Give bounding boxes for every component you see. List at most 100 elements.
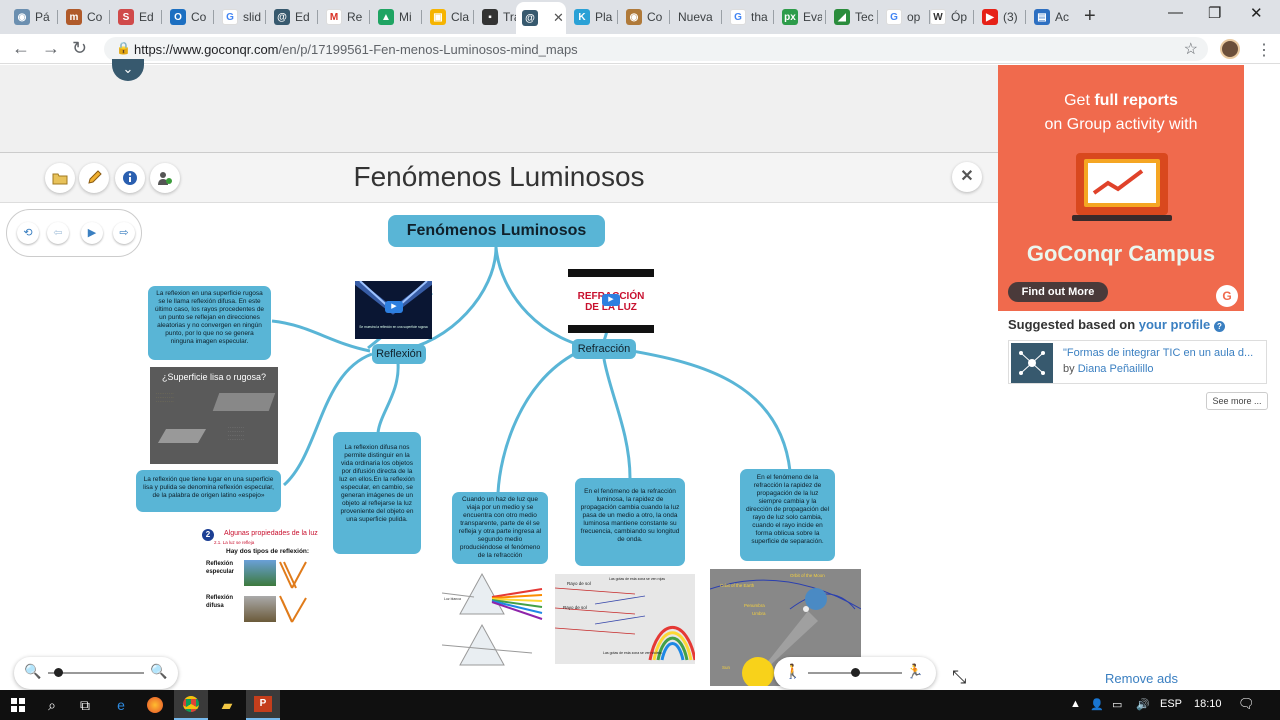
goconqr-icon: @	[522, 10, 538, 26]
browser-tab[interactable]: ▪Tra	[476, 4, 516, 30]
clock[interactable]: 18:10	[1194, 698, 1222, 710]
browser-tab[interactable]: K Pla	[568, 4, 614, 30]
chevron-down-icon[interactable]: ⌄	[112, 59, 144, 81]
reload-icon[interactable]: ↻	[72, 38, 87, 59]
superficie-image[interactable]: ¿Superficie lisa o rugosa? · · · · · · ·…	[150, 367, 278, 464]
network-icon[interactable]: ▭	[1112, 698, 1122, 711]
search-icon[interactable]: ⌕	[36, 690, 68, 720]
zoom-out-icon[interactable]: 🔍	[24, 663, 41, 680]
bubble-rapidez[interactable]: En el fenómeno de la refracción luminosa…	[575, 478, 685, 566]
browser-tab[interactable]: M Re	[320, 4, 366, 30]
browser-tab[interactable]: Gtha	[724, 4, 770, 30]
bubble-difusa-permite[interactable]: La reflexion difusa nos permite distingu…	[333, 432, 421, 554]
prism-dispersion-image	[442, 572, 543, 666]
reflexion-video-thumbnail[interactable]: ▶ Se muestra la reflexión en una superfi…	[355, 281, 432, 339]
remove-ads-link[interactable]: Remove ads	[1105, 671, 1178, 686]
suggested-author: by Diana Peñailillo	[1063, 363, 1154, 375]
browser-tab[interactable]: O Co	[164, 4, 210, 30]
ad-text: Get full reports on Group activity with	[1044, 92, 1198, 133]
bubble-haz-luz[interactable]: Cuando un haz de luz que viaja por un me…	[452, 492, 548, 564]
notifications-icon[interactable]: 🗨	[1238, 696, 1255, 712]
branch-refraccion[interactable]: Refracción	[572, 339, 636, 359]
chrome-icon[interactable]	[174, 690, 208, 720]
browser-tab[interactable]: ▣ Cla	[424, 4, 470, 30]
google-icon: G	[886, 9, 902, 25]
profile-avatar[interactable]	[1220, 39, 1240, 59]
find-out-more-button[interactable]: Find out More	[1008, 282, 1108, 302]
speed-control: 🚶 🏃	[774, 657, 936, 689]
bubble-direccion[interactable]: En el fenómeno de la refracción la rapid…	[740, 469, 835, 561]
url-input[interactable]: 🔒 https://www.goconqr.com/en/p/17199561-…	[104, 37, 1208, 61]
browser-tab[interactable]: px Eva	[776, 4, 822, 30]
zoom-in-icon[interactable]: 🔍	[150, 663, 167, 680]
taskview-icon[interactable]: ⧉	[68, 690, 102, 720]
browser-tab[interactable]: ▤ Ac	[1028, 4, 1074, 30]
back-icon[interactable]: ←	[12, 38, 30, 59]
powerpoint-icon[interactable]: P	[246, 690, 280, 720]
play-icon[interactable]: ▶	[81, 222, 103, 244]
person-icon[interactable]: 👤	[1090, 698, 1104, 711]
slides-icon: ▪	[482, 9, 498, 25]
speed-slider-handle[interactable]	[851, 668, 860, 677]
browser-tab[interactable]: ▲ Mi	[372, 4, 418, 30]
browser-tab[interactable]: m Co	[60, 4, 106, 30]
rainbow-image[interactable]: Rayo de sol Rayo de sol Las gotas de est…	[555, 574, 695, 664]
browser-tab[interactable]: ◉ Pá	[8, 4, 54, 30]
browser-tab[interactable]: ◢ Tec	[828, 4, 874, 30]
forward-icon[interactable]: →	[42, 38, 60, 59]
k-icon: K	[574, 9, 590, 25]
page-area: ⌄ Fenómenos Luminosos ✕ ⟲ ⇦ ▶ ⇨ Fenómeno…	[0, 59, 998, 690]
nodes-icon	[1019, 351, 1045, 375]
suggested-title[interactable]: "Formas de integrar TIC en un aula d...	[1063, 347, 1253, 359]
help-icon[interactable]: ?	[1213, 321, 1225, 332]
volume-icon[interactable]: 🔊	[1136, 698, 1150, 711]
edge-icon[interactable]: e	[104, 690, 138, 720]
browser-tab[interactable]: ▶ (3)	[976, 4, 1022, 30]
browser-tab[interactable]: Gop	[880, 4, 926, 30]
sidebar: Get full reports on Group activity with …	[998, 65, 1280, 690]
browser-tab-active[interactable]: @ ✕	[516, 2, 566, 34]
drive-icon: ▲	[378, 9, 394, 25]
run-fast-icon[interactable]: 🏃	[906, 663, 923, 680]
bubble-reflexion-especular[interactable]: La reflexión que tiene lugar en una supe…	[136, 470, 281, 512]
browser-tab[interactable]: ◉ Co	[620, 4, 666, 30]
tray-chevron-icon[interactable]: ▲	[1070, 698, 1081, 710]
close-tab-icon[interactable]: ✕	[553, 10, 564, 26]
maximize-button[interactable]: ❐	[1208, 4, 1221, 22]
suggested-item[interactable]: "Formas de integrar TIC en un aula d... …	[1008, 340, 1267, 384]
fullscreen-icon[interactable]: ⤡	[952, 667, 966, 688]
browser-tab[interactable]: @ Ed	[268, 4, 314, 30]
language-indicator[interactable]: ESP	[1160, 698, 1182, 710]
minimize-button[interactable]: —	[1168, 4, 1183, 21]
root-node[interactable]: Fenómenos Luminosos	[388, 215, 605, 247]
browser-tab[interactable]: Nueva	[672, 4, 718, 30]
see-more-button[interactable]: See more ...	[1206, 392, 1268, 410]
walk-slow-icon[interactable]: 🚶	[784, 663, 801, 680]
firefox-icon[interactable]	[138, 690, 172, 720]
menu-icon[interactable]: ⋮	[1256, 40, 1272, 60]
address-bar: ← → ↻ 🔒 https://www.goconqr.com/en/p/171…	[0, 34, 1280, 64]
bubble-reflexion-difusa[interactable]: La reflexion en una superficie rugosa se…	[148, 286, 271, 360]
bookmark-star-icon[interactable]: ☆	[1184, 39, 1198, 59]
ad-banner[interactable]: Get full reports on Group activity with …	[998, 65, 1244, 311]
zoom-slider-handle[interactable]	[53, 668, 63, 677]
windows-icon[interactable]	[0, 690, 36, 720]
your-profile-link[interactable]: your profile	[1139, 317, 1211, 332]
web-icon: ▤	[1034, 9, 1050, 25]
tab-strip: ◉ Pá m Co S Ed O Co Gslid @ Ed M Re ▲ Mi ▣ Cla ▪…	[0, 0, 1280, 34]
browser-tab[interactable]: S Ed	[112, 4, 158, 30]
refraccion-video-thumbnail[interactable]: REFRACCIÓN DE LA LUZ ▶	[568, 269, 654, 333]
browser-tab[interactable]: W Óp	[924, 4, 970, 30]
close-window-button[interactable]: ✕	[1250, 4, 1263, 22]
new-tab-button[interactable]: +	[1084, 5, 1096, 28]
browser-tab[interactable]: Gslid	[216, 4, 262, 30]
branch-reflexion[interactable]: Reflexión	[372, 344, 426, 364]
next-icon[interactable]: ⇨	[113, 222, 135, 244]
propiedades-image[interactable]: 2 Algunas propiedades de la luz 2.1. La …	[200, 526, 330, 634]
prev-icon[interactable]: ⇦	[47, 222, 69, 244]
refresh-icon[interactable]: ⟲	[17, 222, 39, 244]
prism-image[interactable]: Luz blanca	[442, 569, 547, 673]
explorer-icon[interactable]: ▰	[210, 690, 244, 720]
presentation-controls: ⟲ ⇦ ▶ ⇨	[6, 209, 142, 257]
px-icon: px	[782, 9, 798, 25]
